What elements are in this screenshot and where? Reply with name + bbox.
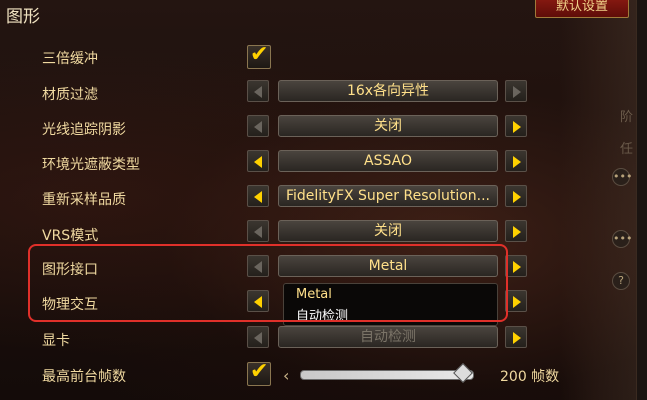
row-label-graphics-card: 显卡 <box>42 333 70 349</box>
arrow-right-icon <box>513 121 521 133</box>
texture-filtering-next-button[interactable] <box>505 80 527 102</box>
raytraced-shadows-next-button[interactable] <box>505 115 527 137</box>
graphics-api-next-button[interactable] <box>505 255 527 277</box>
arrow-left-icon <box>254 226 262 238</box>
defaults-button[interactable]: 默认设置 <box>535 0 629 18</box>
arrow-left-icon <box>254 121 262 133</box>
arrow-right-icon <box>513 332 521 344</box>
ambient-occlusion-prev-button[interactable] <box>247 150 269 172</box>
row-label-max-fps: 最高前台帧数 <box>42 369 126 385</box>
texture-filtering-dropdown[interactable]: 16x各向异性 <box>278 80 498 102</box>
slider-left-chevron-icon[interactable]: ‹ <box>283 366 289 385</box>
raytraced-shadows-prev-button[interactable] <box>247 115 269 137</box>
arrow-left-icon <box>254 156 262 168</box>
row-label-triple-buffering: 三倍缓冲 <box>42 51 98 67</box>
side-decor-text: 阶 <box>620 110 634 125</box>
graphics-card-next-button[interactable] <box>505 326 527 348</box>
row-label-ambient-occlusion: 环境光遮蔽类型 <box>42 157 140 173</box>
vrs-mode-next-button[interactable] <box>505 220 527 242</box>
more-icon[interactable]: ••• <box>612 230 632 248</box>
max-fps-checkbox[interactable]: ✔ <box>247 359 271 386</box>
ambient-occlusion-next-button[interactable] <box>505 150 527 172</box>
row-label-raytraced-shadows: 光线追踪阴影 <box>42 122 126 138</box>
graphics-card-prev-button[interactable] <box>247 326 269 348</box>
more-icon[interactable]: ••• <box>612 168 632 186</box>
side-panel <box>560 0 647 400</box>
arrow-right-icon <box>513 226 521 238</box>
max-fps-value: 200 帧数 <box>500 369 560 385</box>
raytraced-shadows-dropdown[interactable]: 关闭 <box>278 115 498 137</box>
arrow-right-icon <box>513 296 521 308</box>
arrow-left-icon <box>254 86 262 98</box>
side-decor-text: 任 <box>620 142 634 157</box>
max-fps-slider-track[interactable] <box>300 370 474 380</box>
arrow-left-icon <box>254 191 262 203</box>
panel-title: 图形 <box>6 7 40 27</box>
resample-quality-next-button[interactable] <box>505 185 527 207</box>
row-label-resample-quality: 重新采样品质 <box>42 192 126 208</box>
texture-filtering-prev-button[interactable] <box>247 80 269 102</box>
arrow-right-icon <box>513 191 521 203</box>
graphics-card-dropdown[interactable]: 自动检测 <box>278 326 498 348</box>
resample-quality-dropdown[interactable]: FidelityFX Super Resolution... <box>278 185 498 207</box>
arrow-right-icon <box>513 86 521 98</box>
physics-interaction-next-button[interactable] <box>505 290 527 312</box>
arrow-right-icon <box>513 156 521 168</box>
check-icon: ✔ <box>250 359 269 384</box>
vrs-mode-prev-button[interactable] <box>247 220 269 242</box>
vrs-mode-dropdown[interactable]: 关闭 <box>278 220 498 242</box>
arrow-left-icon <box>254 332 262 344</box>
row-label-vrs-mode: VRS模式 <box>42 228 99 244</box>
check-icon: ✔ <box>250 42 269 67</box>
resample-quality-prev-button[interactable] <box>247 185 269 207</box>
row-label-texture-filtering: 材质过滤 <box>42 87 98 103</box>
scrollbar[interactable] <box>636 0 647 400</box>
triple-buffering-checkbox[interactable]: ✔ <box>247 42 271 69</box>
ambient-occlusion-dropdown[interactable]: ASSAO <box>278 150 498 172</box>
arrow-right-icon <box>513 261 521 273</box>
help-icon[interactable]: ? <box>612 272 630 290</box>
highlight-box <box>28 244 508 322</box>
